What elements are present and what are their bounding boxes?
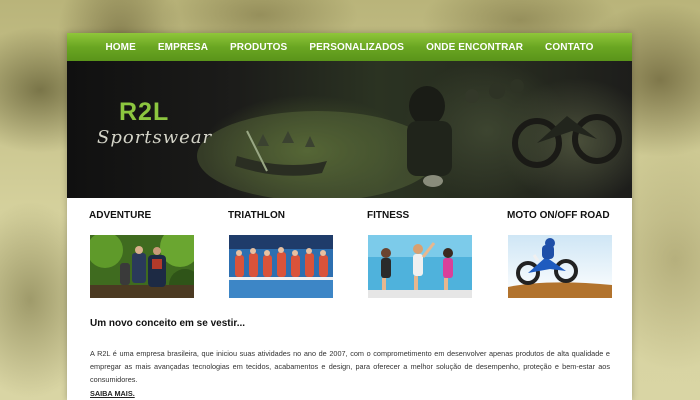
section-headline: Um novo conceito em se vestir... — [90, 318, 246, 329]
category-title[interactable]: ADVENTURE — [89, 210, 209, 221]
logo-r2l: R2L — [119, 98, 170, 126]
fitness-image[interactable] — [368, 235, 472, 298]
category-row: ADVENTURE TRIATHLON FITNESS MOTO ON/OFF … — [67, 210, 632, 300]
category-title[interactable]: TRIATHLON — [228, 210, 348, 221]
category-triathlon[interactable]: TRIATHLON — [228, 210, 348, 298]
moto-image[interactable] — [508, 235, 612, 298]
company-description: A R2L é uma empresa brasileira, que inic… — [90, 349, 610, 385]
main-nav: HOME EMPRESA PRODUTOS PERSONALIZADOS OND… — [67, 33, 632, 61]
category-title[interactable]: FITNESS — [367, 210, 487, 221]
triathlon-image[interactable] — [229, 235, 333, 298]
category-fitness[interactable]: FITNESS — [367, 210, 487, 298]
nav-empresa[interactable]: EMPRESA — [147, 42, 219, 53]
adventure-image[interactable] — [90, 235, 194, 298]
nav-produtos[interactable]: PRODUTOS — [219, 42, 298, 53]
nav-contato[interactable]: CONTATO — [534, 42, 604, 53]
saiba-mais-link[interactable]: SAIBA MAIS. — [90, 389, 135, 398]
hero-banner: R2L Sportswear — [67, 61, 632, 198]
category-adventure[interactable]: ADVENTURE — [89, 210, 209, 298]
page-container: HOME EMPRESA PRODUTOS PERSONALIZADOS OND… — [67, 33, 632, 400]
nav-onde-encontrar[interactable]: ONDE ENCONTRAR — [415, 42, 534, 53]
nav-personalizados[interactable]: PERSONALIZADOS — [298, 42, 415, 53]
category-moto[interactable]: MOTO ON/OFF ROAD — [507, 210, 627, 298]
logo-sportswear: Sportswear — [97, 127, 213, 148]
nav-home[interactable]: HOME — [94, 42, 146, 53]
category-title[interactable]: MOTO ON/OFF ROAD — [507, 210, 627, 221]
